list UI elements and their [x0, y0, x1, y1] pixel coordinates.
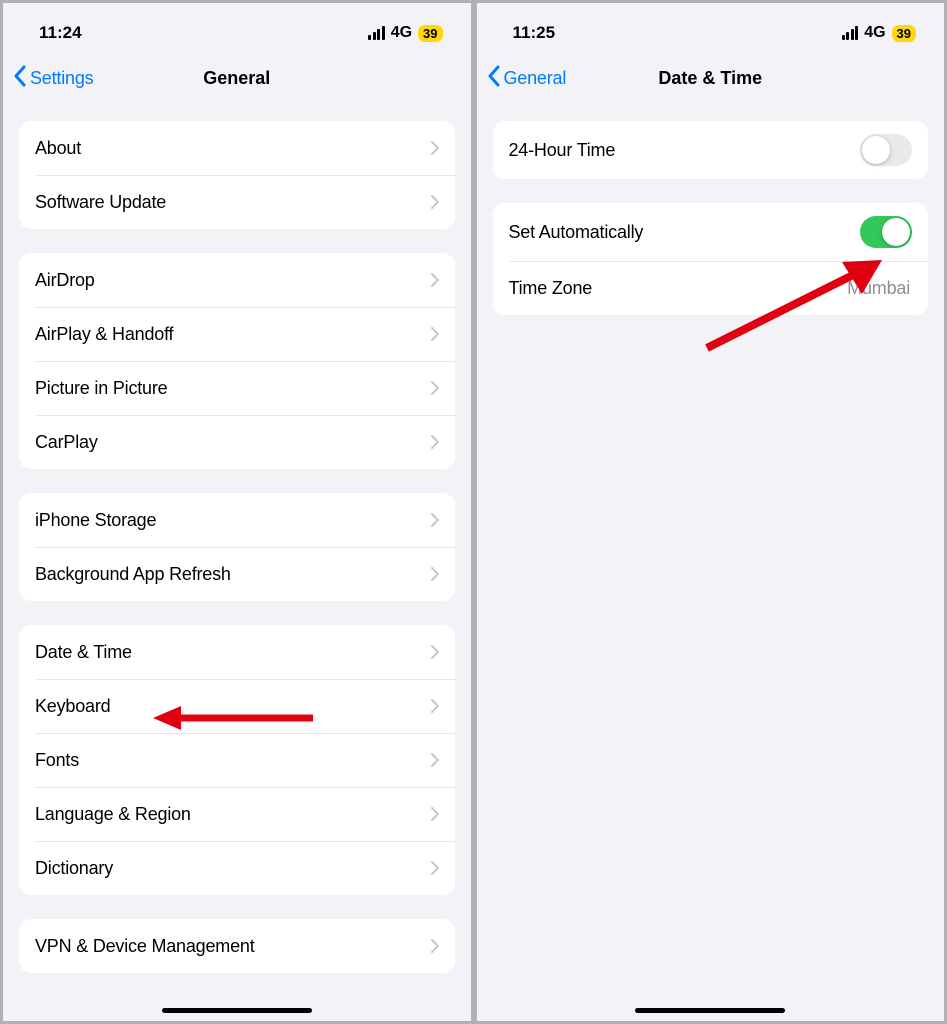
row-picture-in-picture[interactable]: Picture in Picture	[19, 361, 455, 415]
row-24-hour-time[interactable]: 24-Hour Time	[493, 121, 929, 179]
row-airdrop[interactable]: AirDrop	[19, 253, 455, 307]
settings-group: Set Automatically Time Zone Mumbai	[493, 203, 929, 315]
row-detail-value: Mumbai	[847, 278, 910, 299]
settings-group: Date & Time Keyboard Fonts Language & Re…	[19, 625, 455, 895]
chevron-left-icon	[13, 65, 27, 92]
toggle-set-automatically[interactable]	[860, 216, 912, 248]
home-indicator[interactable]	[162, 1008, 312, 1013]
row-language-region[interactable]: Language & Region	[19, 787, 455, 841]
battery-badge: 39	[418, 25, 442, 42]
row-label: AirDrop	[35, 270, 431, 291]
status-bar: 11:25 4G 39	[477, 3, 945, 53]
row-about[interactable]: About	[19, 121, 455, 175]
row-dictionary[interactable]: Dictionary	[19, 841, 455, 895]
settings-group: About Software Update	[19, 121, 455, 229]
chevron-right-icon	[431, 567, 439, 581]
back-button[interactable]: General	[477, 65, 567, 92]
row-label: Fonts	[35, 750, 431, 771]
row-label: Keyboard	[35, 696, 431, 717]
status-time: 11:25	[513, 23, 556, 43]
chevron-right-icon	[431, 273, 439, 287]
chevron-right-icon	[431, 327, 439, 341]
status-right: 4G 39	[842, 24, 916, 42]
chevron-right-icon	[431, 195, 439, 209]
chevron-right-icon	[431, 861, 439, 875]
settings-group: AirDrop AirPlay & Handoff Picture in Pic…	[19, 253, 455, 469]
chevron-right-icon	[431, 435, 439, 449]
settings-group: iPhone Storage Background App Refresh	[19, 493, 455, 601]
row-label: CarPlay	[35, 432, 431, 453]
row-label: AirPlay & Handoff	[35, 324, 431, 345]
row-label: iPhone Storage	[35, 510, 431, 531]
chevron-left-icon	[487, 65, 501, 92]
phone-right: 11:25 4G 39 General Date & Time 24-Hour …	[477, 3, 945, 1021]
home-indicator[interactable]	[635, 1008, 785, 1013]
row-label: Date & Time	[35, 642, 431, 663]
settings-group: VPN & Device Management	[19, 919, 455, 973]
row-label: Language & Region	[35, 804, 431, 825]
row-date-time[interactable]: Date & Time	[19, 625, 455, 679]
status-bar: 11:24 4G 39	[3, 3, 471, 53]
network-label: 4G	[864, 24, 885, 42]
back-label: General	[504, 68, 567, 89]
chevron-right-icon	[431, 807, 439, 821]
chevron-right-icon	[431, 939, 439, 953]
row-label: 24-Hour Time	[509, 140, 861, 161]
chevron-right-icon	[431, 141, 439, 155]
network-label: 4G	[391, 24, 412, 42]
toggle-24-hour-time[interactable]	[860, 134, 912, 166]
back-label: Settings	[30, 68, 93, 89]
nav-bar: General Date & Time	[477, 53, 945, 103]
signal-icon	[842, 26, 859, 40]
phone-left: 11:24 4G 39 Settings General About	[3, 3, 471, 1021]
row-label: Set Automatically	[509, 222, 861, 243]
row-label: About	[35, 138, 431, 159]
row-label: Software Update	[35, 192, 431, 213]
chevron-right-icon	[431, 513, 439, 527]
signal-icon	[368, 26, 385, 40]
row-background-app-refresh[interactable]: Background App Refresh	[19, 547, 455, 601]
dual-screenshot-frame: 11:24 4G 39 Settings General About	[0, 0, 947, 1024]
row-fonts[interactable]: Fonts	[19, 733, 455, 787]
settings-list: 24-Hour Time Set Automatically Time Zone…	[477, 121, 945, 315]
row-airplay-handoff[interactable]: AirPlay & Handoff	[19, 307, 455, 361]
row-carplay[interactable]: CarPlay	[19, 415, 455, 469]
row-label: Picture in Picture	[35, 378, 431, 399]
row-keyboard[interactable]: Keyboard	[19, 679, 455, 733]
chevron-right-icon	[431, 381, 439, 395]
chevron-right-icon	[431, 645, 439, 659]
battery-badge: 39	[892, 25, 916, 42]
row-set-automatically[interactable]: Set Automatically	[493, 203, 929, 261]
row-software-update[interactable]: Software Update	[19, 175, 455, 229]
row-label: Background App Refresh	[35, 564, 431, 585]
row-time-zone[interactable]: Time Zone Mumbai	[493, 261, 929, 315]
row-label: Time Zone	[509, 278, 848, 299]
nav-bar: Settings General	[3, 53, 471, 103]
status-time: 11:24	[39, 23, 82, 43]
row-label: Dictionary	[35, 858, 431, 879]
settings-list: About Software Update AirDrop AirPlay & …	[3, 121, 471, 973]
back-button[interactable]: Settings	[3, 65, 93, 92]
status-right: 4G 39	[368, 24, 442, 42]
settings-group: 24-Hour Time	[493, 121, 929, 179]
row-label: VPN & Device Management	[35, 936, 431, 957]
row-vpn-device-management[interactable]: VPN & Device Management	[19, 919, 455, 973]
chevron-right-icon	[431, 699, 439, 713]
row-iphone-storage[interactable]: iPhone Storage	[19, 493, 455, 547]
chevron-right-icon	[431, 753, 439, 767]
